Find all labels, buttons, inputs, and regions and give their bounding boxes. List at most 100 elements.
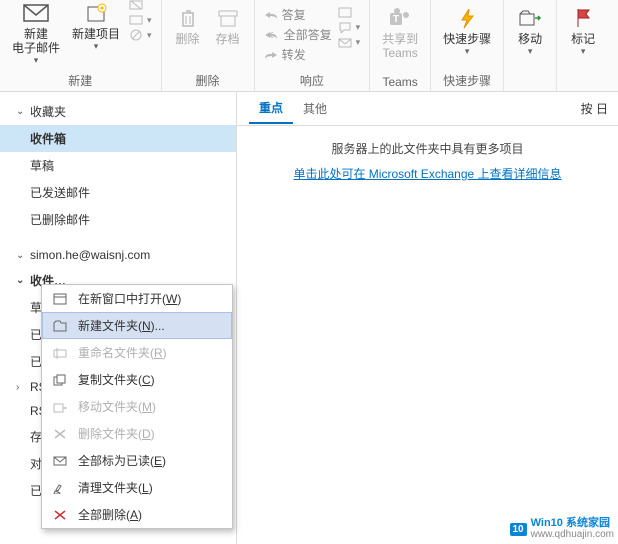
context-menu-item: 重命名文件夹(R) [42, 339, 232, 366]
group-delete: 删除 存档 删除 [162, 0, 255, 91]
group-tag: 标记 ▾ [557, 0, 609, 91]
folder-new-icon [52, 318, 68, 334]
context-menu-label: 移动文件夹(M) [78, 398, 156, 415]
respond-more-stack: ▾ ▾ [335, 2, 364, 50]
delete-button[interactable]: 删除 [168, 2, 208, 50]
forward-button[interactable]: 转发 [264, 46, 332, 63]
chevron-icon: › [16, 382, 26, 393]
delete-icon [52, 426, 68, 442]
context-menu-item[interactable]: 复制文件夹(C) [42, 366, 232, 393]
junk-button[interactable]: ▾ [129, 29, 152, 41]
watermark: 10 Win10 系统家园 www.qdhuajin.com [510, 518, 615, 540]
context-menu-label: 复制文件夹(C) [78, 371, 155, 388]
delete-label: 删除 [176, 32, 200, 46]
chevron-down-icon: ⌄ [16, 106, 26, 117]
move-icon [52, 399, 68, 415]
context-menu-item[interactable]: 在新窗口中打开(W) [42, 285, 232, 312]
group-label: 响应 [300, 72, 324, 89]
context-menu-label: 清理文件夹(L) [78, 479, 153, 496]
reply-all-button[interactable]: 全部答复 [264, 26, 332, 43]
tab-focused[interactable]: 重点 [249, 93, 293, 124]
group-respond: 答复 全部答复 转发 ▾ ▾ 响应 [255, 0, 371, 91]
move-label: 移动 [518, 32, 542, 46]
archive-button[interactable]: 存档 [208, 2, 248, 50]
sidebar-item-inbox[interactable]: 收件箱 [0, 125, 236, 152]
chevron-down-icon: ▾ [465, 46, 470, 57]
cleanup-icon [52, 480, 68, 496]
folder-context-menu: 在新窗口中打开(W) 新建文件夹(N)... 重命名文件夹(R) 复制文件夹(C) 移动… [41, 284, 233, 529]
quick-steps-label: 快速步骤 [443, 32, 491, 46]
group-label: Teams [382, 75, 417, 89]
flag-icon [569, 6, 597, 30]
watermark-badge: 10 [510, 523, 527, 536]
sidebar-item-drafts[interactable]: 草稿 [0, 152, 236, 179]
context-menu-label: 新建文件夹(N)... [78, 317, 165, 334]
window-icon [52, 291, 68, 307]
sort-by-button[interactable]: 按 日 [581, 100, 608, 117]
context-menu-label: 删除文件夹(D) [78, 425, 155, 442]
new-item-icon: ✦ [82, 1, 110, 25]
delete-all-icon [52, 507, 68, 523]
context-menu-item[interactable]: 全部标为已读(E) [42, 447, 232, 474]
cleanup-button[interactable]: ▾ [129, 14, 152, 26]
new-small-stack: ▾ ▾ [126, 0, 155, 43]
group-teams: T 共享到 Teams Teams [370, 0, 431, 91]
view-details-link[interactable]: 单击此处可在 Microsoft Exchange 上查看详细信息 [237, 165, 618, 182]
chevron-down-icon: ⌄ [16, 250, 26, 261]
context-menu-item: 移动文件夹(M) [42, 393, 232, 420]
svg-text:✦: ✦ [99, 4, 106, 13]
trash-icon [174, 6, 202, 30]
tab-other[interactable]: 其他 [293, 94, 337, 123]
tag-label: 标记 [571, 32, 595, 46]
ignore-button[interactable] [129, 0, 152, 11]
svg-text:T: T [393, 14, 399, 25]
group-new: 新建 电子邮件 ▾ ✦ 新建项目 ▾ ▾ ▾ 新建 [0, 0, 162, 91]
new-mail-button[interactable]: 新建 电子邮件 ▾ [6, 0, 66, 70]
new-item-label: 新建项目 [72, 27, 120, 41]
teams-label: 共享到 Teams [382, 32, 418, 60]
context-menu-label: 重命名文件夹(R) [78, 344, 167, 361]
teams-icon: T [386, 6, 414, 30]
context-menu-label: 全部标为已读(E) [78, 452, 166, 469]
ribbon-toolbar: 新建 电子邮件 ▾ ✦ 新建项目 ▾ ▾ ▾ 新建 [0, 0, 618, 92]
more-respond-button[interactable]: ▾ [338, 36, 361, 48]
reply-button[interactable]: 答复 [264, 6, 332, 23]
group-label: 新建 [68, 72, 92, 89]
watermark-title: Win10 系统家园 [531, 518, 614, 529]
context-menu-label: 在新窗口中打开(W) [78, 290, 181, 307]
meeting-button[interactable] [338, 6, 361, 18]
share-teams-button[interactable]: T 共享到 Teams [376, 2, 424, 64]
favorites-header[interactable]: ⌄ 收藏夹 [0, 98, 236, 125]
sidebar-item-deleted[interactable]: 已删除邮件 [0, 206, 236, 233]
group-label: 删除 [196, 72, 220, 89]
context-menu-item: 删除文件夹(D) [42, 420, 232, 447]
sidebar-item-sent[interactable]: 已发送邮件 [0, 179, 236, 206]
group-label: 快速步骤 [443, 72, 491, 89]
tag-button[interactable]: 标记 ▾ [563, 2, 603, 61]
content-pane: 重点 其他 按 日 服务器上的此文件夹中具有更多项目 单击此处可在 Micros… [237, 92, 618, 544]
chevron-down-icon: ▾ [581, 46, 586, 57]
mark-read-icon [52, 453, 68, 469]
context-menu-item[interactable]: 全部删除(A) [42, 501, 232, 528]
context-menu-item[interactable]: 新建文件夹(N)... [42, 312, 232, 339]
group-quick-steps: 快速步骤 ▾ 快速步骤 [431, 0, 504, 91]
new-mail-label: 新建 电子邮件 [12, 27, 60, 55]
quick-steps-button[interactable]: 快速步骤 ▾ [437, 2, 497, 61]
server-more-message: 服务器上的此文件夹中具有更多项目 [237, 140, 618, 157]
move-icon [516, 6, 544, 30]
watermark-url: www.qdhuajin.com [531, 529, 614, 540]
chevron-down-icon: ▾ [34, 55, 39, 66]
context-menu-item[interactable]: 清理文件夹(L) [42, 474, 232, 501]
lightning-icon [453, 6, 481, 30]
move-button[interactable]: 移动 ▾ [510, 2, 550, 61]
context-menu-label: 全部删除(A) [78, 506, 142, 523]
group-move: 移动 ▾ [504, 0, 557, 91]
archive-icon [214, 6, 242, 30]
focused-tabs: 重点 其他 按 日 [237, 92, 618, 126]
chevron-down-icon: ▾ [528, 46, 533, 57]
mail-icon [22, 1, 50, 25]
new-item-button[interactable]: ✦ 新建项目 ▾ [66, 0, 126, 56]
chevron-icon: ⌄ [16, 275, 26, 286]
account-header[interactable]: ⌄ simon.he@waisnj.com [0, 243, 236, 267]
im-button[interactable]: ▾ [338, 21, 361, 33]
